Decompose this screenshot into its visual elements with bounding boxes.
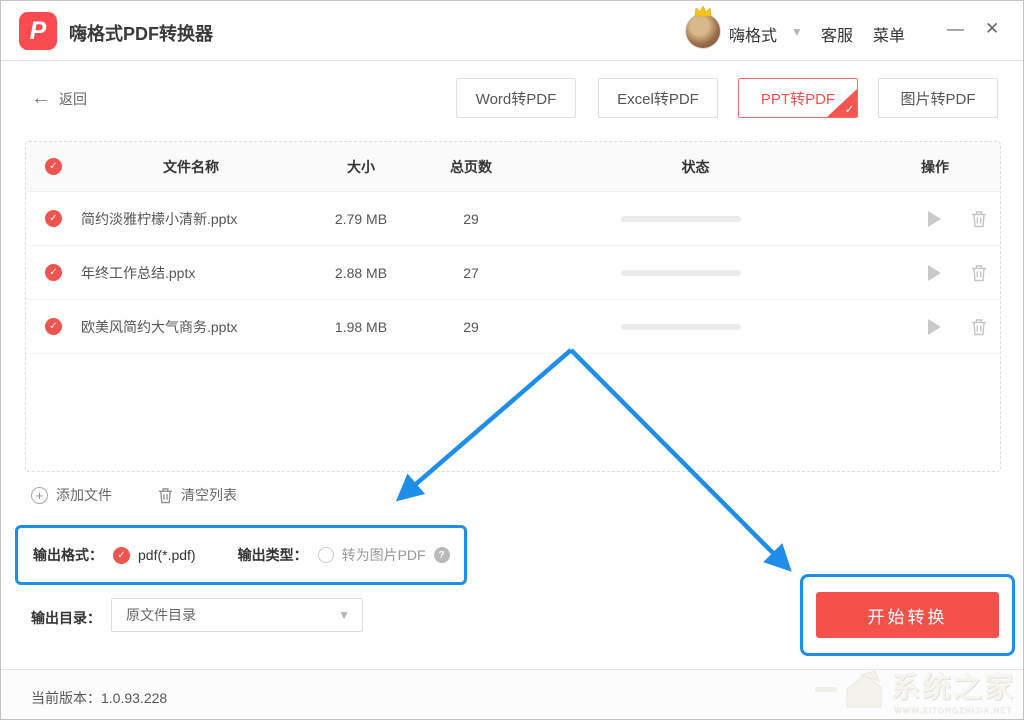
version-label: 当前版本：	[31, 690, 101, 706]
back-button[interactable]: ← 返回	[31, 87, 87, 110]
file-size: 2.88 MB	[301, 265, 421, 281]
radio-unselected-icon[interactable]	[318, 547, 334, 563]
delete-row-button[interactable]	[971, 264, 987, 282]
crown-icon	[694, 5, 712, 17]
output-dir-select[interactable]: 原文件目录 ▼	[111, 598, 363, 632]
tab-ppt-to-pdf[interactable]: PPT转PDF ✓	[738, 78, 858, 118]
tab-word-to-pdf[interactable]: Word转PDF	[456, 78, 576, 118]
convert-play-button[interactable]	[928, 319, 941, 335]
row-checkbox[interactable]: ✓	[45, 318, 62, 335]
app-logo-icon: P	[19, 12, 57, 50]
output-options-box: 输出格式： ✓ pdf(*.pdf) 输出类型： 转为图片PDF ?	[15, 525, 467, 585]
add-file-label: 添加文件	[56, 485, 112, 505]
trash-icon	[971, 210, 987, 228]
user-avatar[interactable]	[685, 13, 721, 49]
progress-bar	[621, 216, 741, 222]
clear-list-button[interactable]: 清空列表	[158, 485, 237, 505]
table-row: ✓ 简约淡雅柠檬小清新.pptx 2.79 MB 29	[26, 192, 1000, 246]
trash-icon	[158, 487, 173, 504]
header-file-name: 文件名称	[81, 157, 301, 177]
username-label[interactable]: 嗨格式	[729, 22, 777, 46]
convert-play-button[interactable]	[928, 211, 941, 227]
table-header-row: ✓ 文件名称 大小 总页数 状态 操作	[26, 142, 1000, 192]
convert-play-button[interactable]	[928, 265, 941, 281]
trash-icon	[971, 264, 987, 282]
tab-image-to-pdf[interactable]: 图片转PDF	[878, 78, 998, 118]
progress-bar	[621, 324, 741, 330]
output-dir-value: 原文件目录	[126, 605, 338, 625]
start-convert-button[interactable]: 开始转换	[816, 592, 999, 638]
header-pages: 总页数	[421, 157, 521, 177]
close-button[interactable]: ✕	[985, 19, 999, 39]
chevron-down-icon[interactable]: ▼	[791, 25, 803, 39]
plus-circle-icon: +	[31, 487, 48, 504]
titlebar: P 嗨格式PDF转换器 嗨格式 ▼ 客服 菜单 — ✕	[1, 1, 1023, 61]
statusbar: 当前版本：1.0.93.228	[1, 669, 1023, 720]
file-name: 年终工作总结.pptx	[81, 263, 301, 283]
tab-label: 图片转PDF	[900, 88, 975, 109]
tab-label: Word转PDF	[476, 88, 557, 109]
tab-label: Excel转PDF	[617, 88, 699, 109]
radio-selected-icon[interactable]: ✓	[113, 547, 130, 564]
file-pages: 29	[421, 211, 521, 227]
version-value: 1.0.93.228	[101, 690, 167, 706]
delete-row-button[interactable]	[971, 318, 987, 336]
output-type-label: 输出类型：	[238, 545, 308, 565]
list-tools: + 添加文件 清空列表	[31, 485, 237, 505]
help-icon[interactable]: ?	[434, 547, 450, 563]
output-dir-label: 输出目录：	[31, 608, 101, 628]
row-checkbox[interactable]: ✓	[45, 210, 62, 227]
avatar-image	[685, 13, 721, 49]
support-link[interactable]: 客服	[821, 22, 853, 46]
menu-link[interactable]: 菜单	[873, 22, 905, 46]
file-size: 1.98 MB	[301, 319, 421, 335]
minimize-button[interactable]: —	[947, 19, 964, 39]
output-type-value[interactable]: 转为图片PDF	[342, 545, 426, 565]
delete-row-button[interactable]	[971, 210, 987, 228]
output-format-label: 输出格式：	[33, 545, 103, 565]
version-text: 当前版本：1.0.93.228	[31, 688, 167, 708]
row-checkbox[interactable]: ✓	[45, 264, 62, 281]
add-file-button[interactable]: + 添加文件	[31, 485, 112, 505]
file-size: 2.79 MB	[301, 211, 421, 227]
header-size: 大小	[301, 157, 421, 177]
header-status: 状态	[521, 157, 870, 177]
file-pages: 29	[421, 319, 521, 335]
back-label: 返回	[59, 89, 87, 109]
app-title: 嗨格式PDF转换器	[69, 20, 213, 46]
progress-bar	[621, 270, 741, 276]
trash-icon	[971, 318, 987, 336]
app-window: P 嗨格式PDF转换器 嗨格式 ▼ 客服 菜单 — ✕ ← 返回 Word转PD…	[0, 0, 1024, 720]
clear-list-label: 清空列表	[181, 485, 237, 505]
tab-excel-to-pdf[interactable]: Excel转PDF	[598, 78, 718, 118]
file-name: 简约淡雅柠檬小清新.pptx	[81, 209, 301, 229]
output-format-value[interactable]: pdf(*.pdf)	[138, 547, 196, 563]
tab-label: PPT转PDF	[761, 88, 835, 109]
table-row: ✓ 欧美风简约大气商务.pptx 1.98 MB 29	[26, 300, 1000, 354]
active-tab-check-icon: ✓	[845, 103, 854, 116]
chevron-down-icon: ▼	[338, 608, 350, 622]
select-all-checkbox[interactable]: ✓	[45, 158, 62, 175]
file-name: 欧美风简约大气商务.pptx	[81, 317, 301, 337]
header-actions: 操作	[870, 157, 1000, 177]
back-arrow-icon: ←	[31, 87, 51, 110]
table-row: ✓ 年终工作总结.pptx 2.88 MB 27	[26, 246, 1000, 300]
file-table: ✓ 文件名称 大小 总页数 状态 操作 ✓ 简约淡雅柠檬小清新.pptx 2.7…	[25, 141, 1001, 472]
file-pages: 27	[421, 265, 521, 281]
